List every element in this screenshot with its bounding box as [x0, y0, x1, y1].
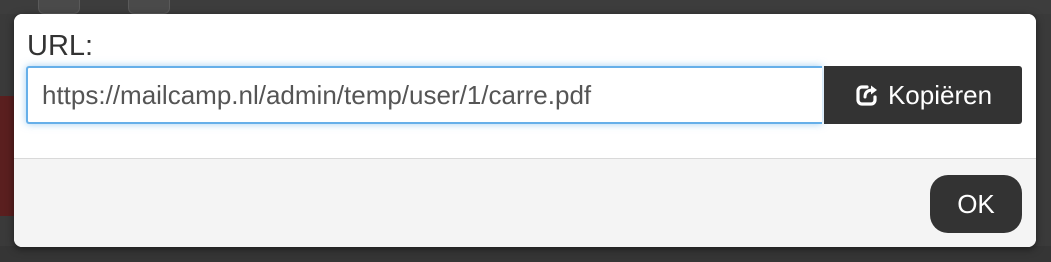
ok-button[interactable]: OK: [930, 175, 1022, 233]
copy-button[interactable]: Kopiëren: [824, 66, 1022, 124]
copy-button-label: Kopiëren: [887, 79, 993, 110]
url-label: URL:: [27, 30, 94, 62]
url-dialog: URL: Kopiëren OK: [14, 14, 1036, 247]
background-tool-button: [128, 0, 170, 14]
dialog-footer: OK: [14, 158, 1036, 247]
background-footer: [0, 246, 1051, 262]
background-panel: [0, 96, 14, 216]
share-icon: [854, 82, 880, 108]
dialog-body: URL: Kopiëren: [14, 14, 1036, 158]
background-toolbar: [0, 0, 1051, 14]
url-input[interactable]: [26, 66, 822, 124]
background-tool-button: [38, 0, 80, 14]
